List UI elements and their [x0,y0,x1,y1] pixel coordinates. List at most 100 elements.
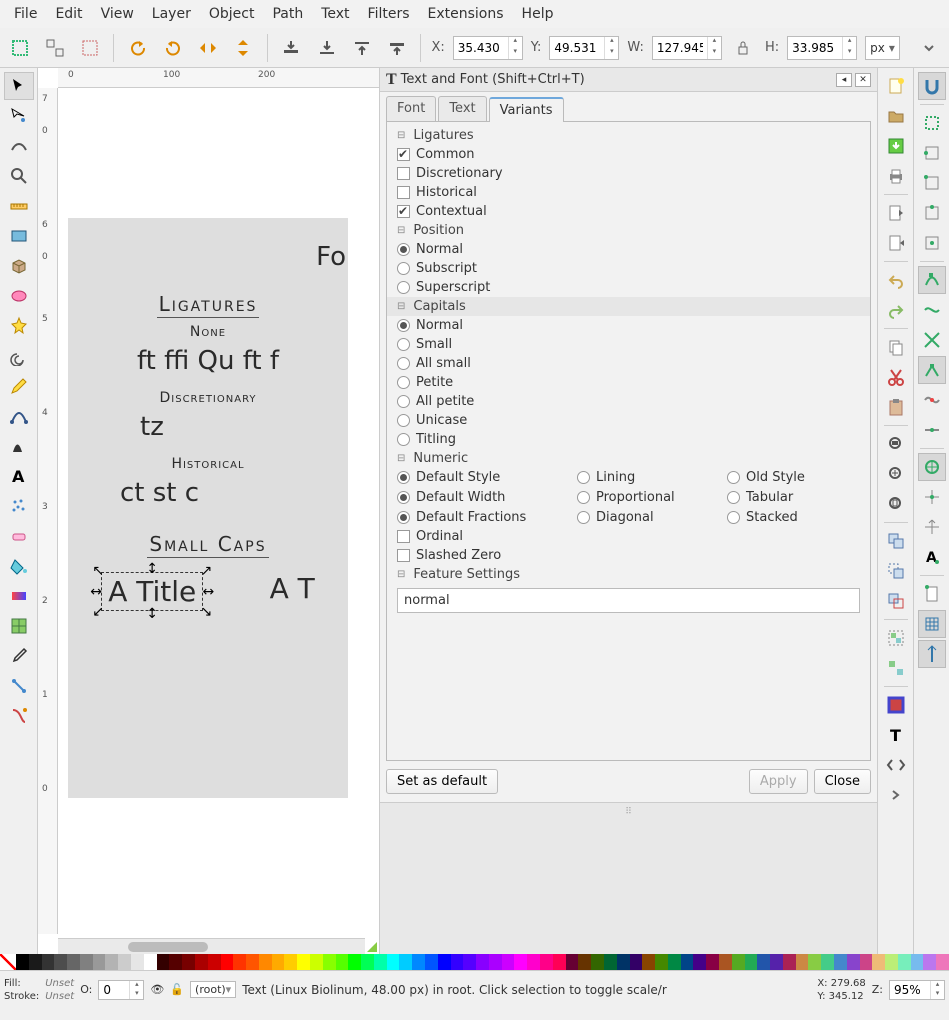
color-swatch[interactable] [591,954,604,970]
close-button[interactable]: Close [814,769,871,794]
color-swatch[interactable] [566,954,579,970]
horizontal-scrollbar[interactable] [58,938,365,954]
color-swatch[interactable] [668,954,681,970]
group-icon[interactable] [882,624,910,652]
undo-icon[interactable] [882,266,910,294]
color-swatch[interactable] [681,954,694,970]
tool-node[interactable] [4,102,34,130]
snap-enable-icon[interactable] [918,72,946,100]
color-swatch[interactable] [783,954,796,970]
zoom-fit-icon[interactable] [882,430,910,458]
snap-bbox-corner-icon[interactable] [918,169,946,197]
color-swatch[interactable] [80,954,93,970]
color-swatch[interactable] [476,954,489,970]
menu-layer[interactable]: Layer [144,2,199,26]
color-swatch[interactable] [169,954,182,970]
canvas-text-title[interactable]: Fo [68,242,348,272]
new-doc-icon[interactable] [882,72,910,100]
color-swatch[interactable] [872,954,885,970]
opt-oldstyle[interactable]: Old Style [727,470,867,485]
canvas-line-disc[interactable]: tz [68,412,348,442]
color-swatch[interactable] [144,954,157,970]
color-swatch[interactable] [323,954,336,970]
save-icon[interactable] [882,132,910,160]
set-default-button[interactable]: Set as default [386,769,498,794]
opt-pos-subscript[interactable]: Subscript [387,259,870,278]
menu-path[interactable]: Path [264,2,311,26]
import-icon[interactable] [882,199,910,227]
select-same-icon[interactable] [41,34,68,62]
snap-line-mid-icon[interactable] [918,416,946,444]
y-input[interactable]: ▴▾ [549,36,619,60]
color-palette[interactable] [0,954,949,970]
menu-object[interactable]: Object [201,2,263,26]
cut-icon[interactable] [882,363,910,391]
color-swatch[interactable] [553,954,566,970]
copy-icon[interactable] [882,333,910,361]
section-ligatures[interactable]: Ligatures [387,126,870,145]
tool-star[interactable] [4,312,34,340]
fill-value[interactable]: Unset [45,977,74,990]
tab-variants[interactable]: Variants [489,97,564,122]
opt-cap-titling[interactable]: Titling [387,430,870,449]
color-swatch[interactable] [361,954,374,970]
opt-cap-unicase[interactable]: Unicase [387,411,870,430]
selected-text-object[interactable]: A Title ↖ ↕ ↗ ↔ ↔ ↙ ↕ ↘ [101,572,203,611]
flip-v-icon[interactable] [230,34,257,62]
tool-selector[interactable] [4,72,34,100]
tool-dropper[interactable] [4,642,34,670]
rotate-ccw-icon[interactable] [124,34,151,62]
menu-filters[interactable]: Filters [360,2,418,26]
color-swatch[interactable] [54,954,67,970]
tool-rect[interactable] [4,222,34,250]
tool-mesh[interactable] [4,612,34,640]
section-feature[interactable]: Feature Settings [387,565,870,584]
dialog-min-icon[interactable]: ◂ [836,73,852,87]
opacity-input[interactable]: ▴▾ [98,980,144,1000]
tool-spiral[interactable] [4,342,34,370]
section-capitals[interactable]: Capitals [387,297,870,316]
color-swatch[interactable] [118,954,131,970]
menu-extensions[interactable]: Extensions [420,2,512,26]
opt-pos-normal[interactable]: Normal [387,240,870,259]
color-swatch[interactable] [105,954,118,970]
color-swatch[interactable] [745,954,758,970]
layer-selector[interactable]: (root) [190,981,236,998]
color-swatch[interactable] [617,954,630,970]
color-swatch[interactable] [195,954,208,970]
color-swatch[interactable] [208,954,221,970]
tool-tweak[interactable] [4,132,34,160]
tool-3dbox[interactable] [4,252,34,280]
color-swatch[interactable] [847,954,860,970]
flip-h-icon[interactable] [195,34,222,62]
canvas[interactable]: Fo Ligatures None ft ffi Qu ft f Discret… [58,88,379,934]
color-swatch[interactable] [604,954,617,970]
raise-icon[interactable] [348,34,375,62]
color-swatch[interactable] [438,954,451,970]
color-swatch[interactable] [221,954,234,970]
layer-lock-icon[interactable]: 🔓 [170,983,184,996]
opt-proportional[interactable]: Proportional [577,490,727,505]
snap-node-icon[interactable] [918,266,946,294]
menu-file[interactable]: File [6,2,45,26]
color-swatch[interactable] [885,954,898,970]
color-swatch[interactable] [578,954,591,970]
color-swatch[interactable] [451,954,464,970]
color-swatch[interactable] [719,954,732,970]
section-numeric[interactable]: Numeric [387,449,870,468]
fill-stroke-icon[interactable] [882,691,910,719]
overflow-chevron-icon[interactable] [916,34,943,62]
color-swatch[interactable] [374,954,387,970]
color-swatch[interactable] [732,954,745,970]
lower-icon[interactable] [313,34,340,62]
section-position[interactable]: Position [387,221,870,240]
opt-diagonal[interactable]: Diagonal [577,510,727,525]
redo-icon[interactable] [882,296,910,324]
color-swatch[interactable] [131,954,144,970]
dialog-close-icon[interactable]: ✕ [855,73,871,87]
tool-measure[interactable] [4,192,34,220]
lower-bottom-icon[interactable] [278,34,305,62]
zoom-draw-icon[interactable] [882,460,910,488]
color-swatch[interactable] [796,954,809,970]
color-swatch[interactable] [936,954,949,970]
